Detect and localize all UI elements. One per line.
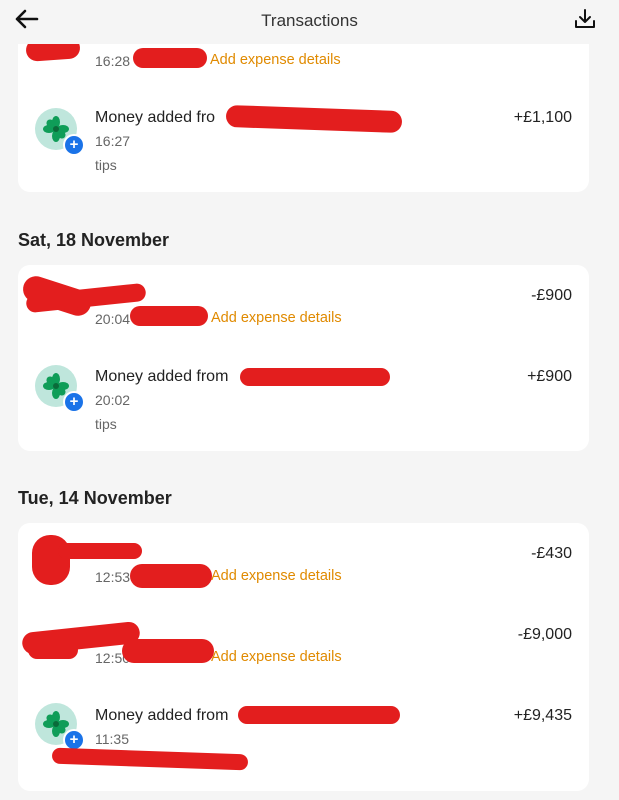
add-expense-details-link[interactable]: Add expense details bbox=[211, 649, 342, 665]
transaction-card: 16:28 Add expense details + Money added … bbox=[18, 20, 589, 192]
redaction-mark bbox=[240, 368, 390, 386]
transaction-note: tips bbox=[95, 416, 117, 432]
transaction-time: 16:28 bbox=[95, 53, 131, 69]
redaction-mark bbox=[122, 639, 214, 663]
transaction-title: Money added fro bbox=[95, 109, 216, 126]
top-bar: Transactions bbox=[0, 0, 619, 44]
app-logo-avatar: + bbox=[35, 365, 85, 413]
app-logo-avatar: + bbox=[35, 703, 85, 751]
transaction-amount: -£900 bbox=[531, 287, 572, 304]
transaction-time: 16:27 bbox=[95, 133, 131, 149]
add-expense-details-link[interactable]: Add expense details bbox=[211, 568, 342, 584]
redaction-mark bbox=[130, 564, 212, 588]
transaction-time: 20:02 bbox=[95, 392, 131, 408]
transaction-row[interactable]: + Money added from +£900 20:02 tips bbox=[18, 355, 589, 451]
transaction-row[interactable]: -£430 12:53 Add expense details bbox=[18, 523, 589, 601]
transaction-amount: -£430 bbox=[531, 545, 572, 562]
redaction-mark bbox=[51, 747, 249, 771]
date-heading: Tue, 14 November bbox=[18, 488, 172, 508]
transaction-time: 11:35 bbox=[95, 731, 129, 747]
date-heading: Sat, 18 November bbox=[18, 230, 170, 250]
add-expense-details-link[interactable]: Add expense details bbox=[211, 310, 342, 326]
transaction-row[interactable]: + Money added fro +£1,100 16:27 tips bbox=[18, 98, 589, 192]
transaction-amount: +£9,435 bbox=[513, 707, 572, 724]
transaction-card: -£430 12:53 Add expense details -£9,000 … bbox=[18, 523, 589, 791]
download-icon[interactable] bbox=[573, 7, 597, 31]
transaction-row[interactable]: -£900 20:04 Add expense details bbox=[18, 265, 589, 345]
transaction-amount: -£9,000 bbox=[517, 626, 572, 643]
redaction-mark bbox=[133, 48, 207, 68]
transaction-note: tips bbox=[95, 157, 117, 173]
transaction-time: 20:04 bbox=[95, 311, 131, 327]
plus-badge-icon: + bbox=[63, 134, 85, 156]
transaction-row[interactable]: + Money added from +£9,435 11:35 bbox=[18, 695, 589, 791]
transaction-title: Money added from bbox=[95, 707, 229, 724]
transaction-card: -£900 20:04 Add expense details + Money … bbox=[18, 265, 589, 451]
redaction-mark bbox=[130, 306, 208, 326]
transaction-amount: +£1,100 bbox=[513, 109, 572, 126]
transaction-amount: +£900 bbox=[527, 368, 572, 385]
transaction-time: 12:53 bbox=[95, 569, 131, 585]
redaction-mark bbox=[225, 104, 403, 134]
plus-badge-icon: + bbox=[63, 391, 85, 413]
app-logo-avatar: + bbox=[35, 108, 85, 156]
transaction-row[interactable]: -£9,000 12:50 Add expense details bbox=[18, 605, 589, 685]
transaction-title: Money added from bbox=[95, 368, 229, 385]
page-title: Transactions bbox=[261, 11, 358, 30]
redaction-mark bbox=[58, 543, 142, 559]
add-expense-details-link[interactable]: Add expense details bbox=[210, 52, 341, 68]
redaction-mark bbox=[238, 706, 400, 724]
redaction-mark bbox=[28, 641, 78, 659]
